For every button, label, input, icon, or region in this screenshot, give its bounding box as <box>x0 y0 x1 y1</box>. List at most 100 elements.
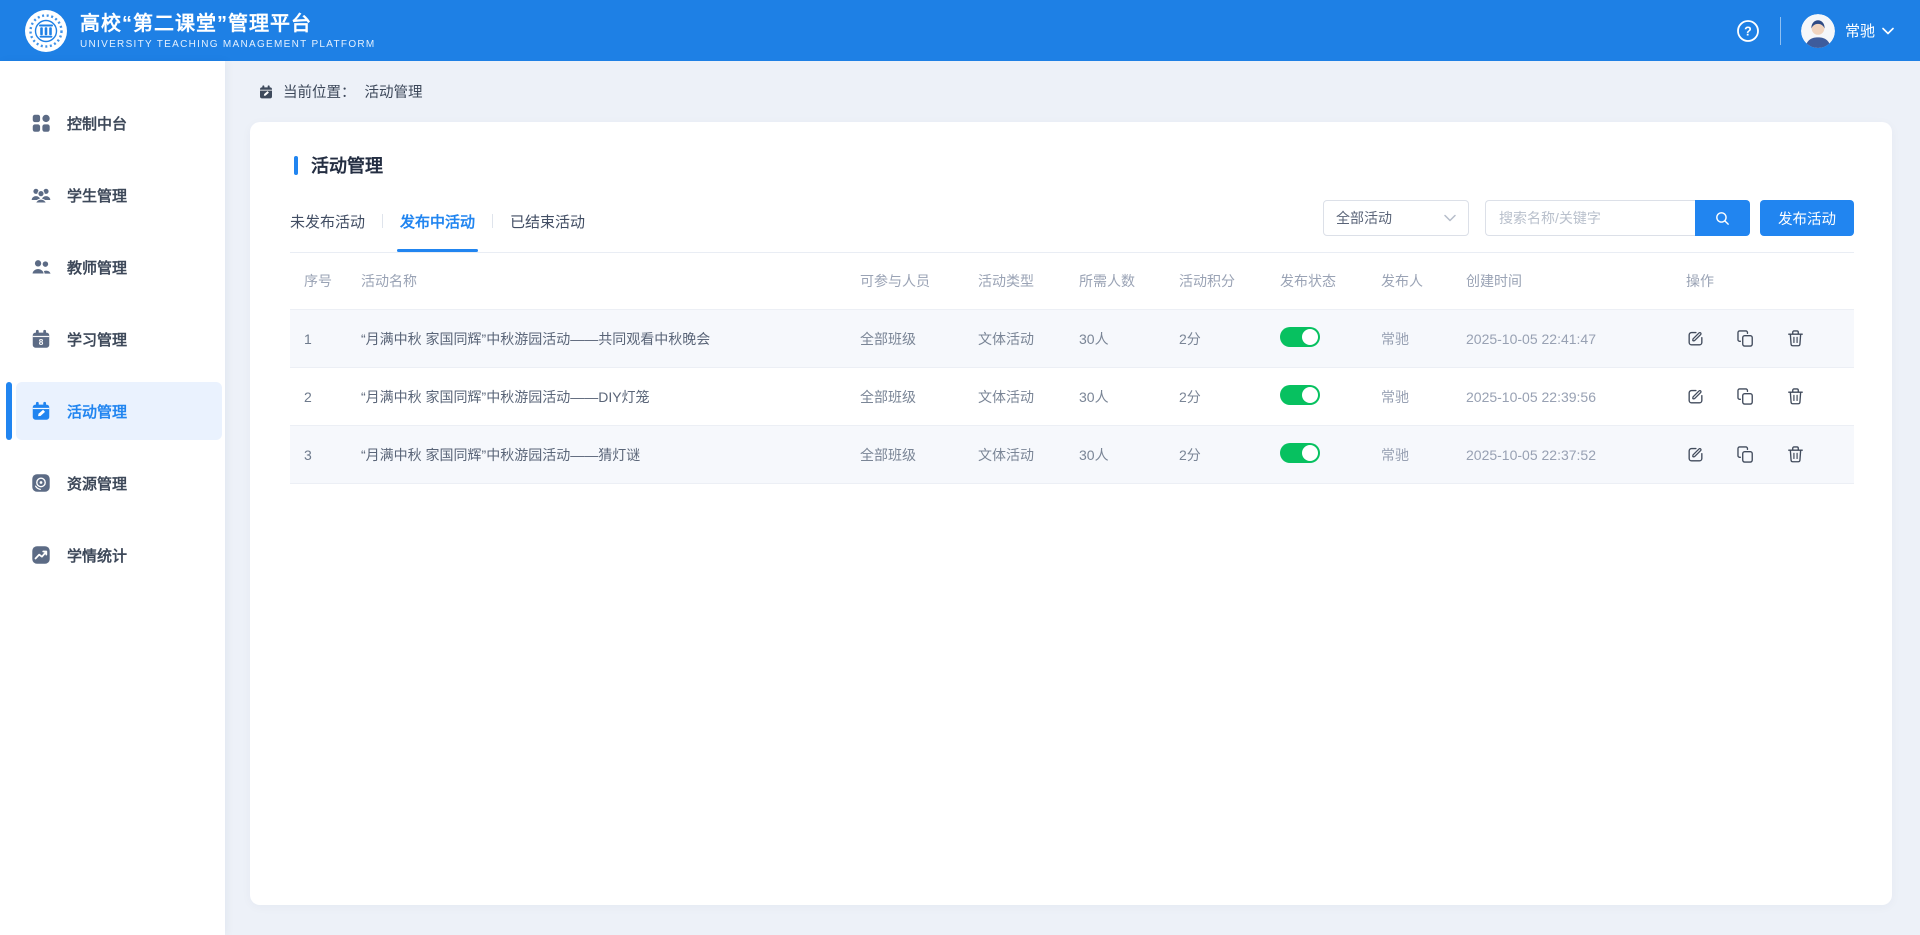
column-header: 序号 <box>304 271 361 291</box>
calendar-icon <box>258 84 274 100</box>
table-header-row: 序号 活动名称 可参与人员 活动类型 所需人数 活动积分 发布状态 发布人 创建… <box>290 253 1854 310</box>
tab-unpublished[interactable]: 未发布活动 <box>290 211 365 252</box>
tabs: 未发布活动 发布中活动 已结束活动 <box>290 211 585 252</box>
copy-icon[interactable] <box>1736 387 1755 406</box>
column-header: 活动类型 <box>978 271 1079 291</box>
sidebar-item-label: 学习管理 <box>67 329 127 350</box>
column-header: 可参与人员 <box>860 271 978 291</box>
sidebar-item-label: 学生管理 <box>67 185 127 206</box>
cell-index: 2 <box>304 389 361 405</box>
avatar <box>1801 14 1835 48</box>
search-group <box>1485 200 1750 236</box>
main-content: 当前位置： 活动管理 活动管理 未发布活动 发布中活动 已结束活动 全部活动 <box>225 61 1920 935</box>
breadcrumb: 当前位置： 活动管理 <box>225 61 1920 122</box>
grid-icon <box>30 112 52 134</box>
cell-participants: 全部班级 <box>860 445 978 465</box>
app-title: 高校“第二课堂”管理平台 <box>80 12 376 36</box>
cell-required-count: 30人 <box>1079 445 1179 465</box>
sidebar-item-activity-management[interactable]: 活动管理 <box>16 382 222 440</box>
cell-activity-type: 文体活动 <box>978 445 1079 465</box>
publish-status-toggle[interactable] <box>1280 327 1320 347</box>
sidebar-item-label: 活动管理 <box>67 401 127 422</box>
university-logo-icon <box>24 9 68 53</box>
help-icon[interactable]: ? <box>1736 19 1760 43</box>
resource-disc-icon <box>30 472 52 494</box>
tab-ended[interactable]: 已结束活动 <box>510 211 585 252</box>
column-header: 活动积分 <box>1179 271 1280 291</box>
cell-points: 2分 <box>1179 445 1280 465</box>
cell-activity-name: “月满中秋 家国同辉”中秋游园活动——猜灯谜 <box>361 445 860 465</box>
search-icon <box>1714 210 1731 227</box>
content-card: 活动管理 未发布活动 发布中活动 已结束活动 全部活动 <box>250 122 1892 905</box>
chevron-down-icon <box>1444 214 1456 222</box>
user-name: 常驰 <box>1845 20 1875 41</box>
header-right: ? 常驰 <box>1736 14 1894 48</box>
sidebar-item-resource-management[interactable]: 资源管理 <box>0 454 225 512</box>
chevron-down-icon <box>1882 27 1894 35</box>
cell-status <box>1280 385 1381 408</box>
cell-publisher: 常驰 <box>1381 445 1466 465</box>
copy-icon[interactable] <box>1736 445 1755 464</box>
table-row: 2 “月满中秋 家国同辉”中秋游园活动——DIY灯笼 全部班级 文体活动 30人… <box>290 368 1854 426</box>
breadcrumb-current: 活动管理 <box>365 81 423 102</box>
page-title-text: 活动管理 <box>311 152 383 178</box>
cell-status <box>1280 327 1381 350</box>
column-header: 所需人数 <box>1079 271 1179 291</box>
sidebar-item-label: 资源管理 <box>67 473 127 494</box>
app-subtitle: UNIVERSITY TEACHING MANAGEMENT PLATFORM <box>80 39 376 50</box>
cell-index: 1 <box>304 331 361 347</box>
sidebar-item-control-center[interactable]: 控制中台 <box>0 94 225 152</box>
sidebar-item-learning-management[interactable]: 8 学习管理 <box>0 310 225 368</box>
sidebar-item-label: 教师管理 <box>67 257 127 278</box>
cell-created-time: 2025-10-05 22:37:52 <box>1466 447 1686 463</box>
publish-activity-button[interactable]: 发布活动 <box>1760 200 1854 236</box>
select-value: 全部活动 <box>1336 208 1392 228</box>
cell-actions <box>1686 387 1854 406</box>
publish-status-toggle[interactable] <box>1280 443 1320 463</box>
students-group-icon <box>30 184 52 206</box>
page-title: 活动管理 <box>294 152 1854 178</box>
edit-icon[interactable] <box>1686 387 1705 406</box>
svg-text:8: 8 <box>39 338 44 347</box>
cell-publisher: 常驰 <box>1381 387 1466 407</box>
edit-icon[interactable] <box>1686 445 1705 464</box>
sidebar-item-label: 控制中台 <box>67 113 127 134</box>
column-header: 发布状态 <box>1280 271 1381 291</box>
cell-status <box>1280 443 1381 466</box>
trash-icon[interactable] <box>1786 387 1805 406</box>
activity-type-select[interactable]: 全部活动 <box>1323 200 1469 236</box>
search-input[interactable] <box>1485 200 1695 236</box>
user-menu[interactable]: 常驰 <box>1801 14 1894 48</box>
brand-text: 高校“第二课堂”管理平台 UNIVERSITY TEACHING MANAGEM… <box>80 12 376 50</box>
trash-icon[interactable] <box>1786 329 1805 348</box>
title-accent-bar <box>294 156 298 175</box>
publish-status-toggle[interactable] <box>1280 385 1320 405</box>
sidebar-item-student-management[interactable]: 学生管理 <box>0 166 225 224</box>
sidebar-item-teacher-management[interactable]: 教师管理 <box>0 238 225 296</box>
table-row: 3 “月满中秋 家国同辉”中秋游园活动——猜灯谜 全部班级 文体活动 30人 2… <box>290 426 1854 484</box>
header-divider <box>1780 17 1781 45</box>
column-header: 活动名称 <box>361 271 860 291</box>
trash-icon[interactable] <box>1786 445 1805 464</box>
cell-activity-type: 文体活动 <box>978 387 1079 407</box>
table-controls: 全部活动 发布活动 <box>1323 200 1854 252</box>
copy-icon[interactable] <box>1736 329 1755 348</box>
cell-participants: 全部班级 <box>860 329 978 349</box>
table-row: 1 “月满中秋 家国同辉”中秋游园活动——共同观看中秋晚会 全部班级 文体活动 … <box>290 310 1854 368</box>
cell-required-count: 30人 <box>1079 387 1179 407</box>
search-button[interactable] <box>1695 200 1750 236</box>
app-header: 高校“第二课堂”管理平台 UNIVERSITY TEACHING MANAGEM… <box>0 0 1920 61</box>
tab-separator <box>492 214 493 228</box>
edit-icon[interactable] <box>1686 329 1705 348</box>
sidebar-item-learning-statistics[interactable]: 学情统计 <box>0 526 225 584</box>
sidebar: 控制中台 学生管理 教师管理 <box>0 61 225 935</box>
trend-chart-icon <box>30 544 52 566</box>
cell-publisher: 常驰 <box>1381 329 1466 349</box>
cell-participants: 全部班级 <box>860 387 978 407</box>
column-header: 操作 <box>1686 271 1854 291</box>
teachers-icon <box>30 256 52 278</box>
cell-actions <box>1686 329 1854 348</box>
breadcrumb-label: 当前位置： <box>283 81 356 102</box>
cell-actions <box>1686 445 1854 464</box>
tab-publishing[interactable]: 发布中活动 <box>400 211 475 252</box>
